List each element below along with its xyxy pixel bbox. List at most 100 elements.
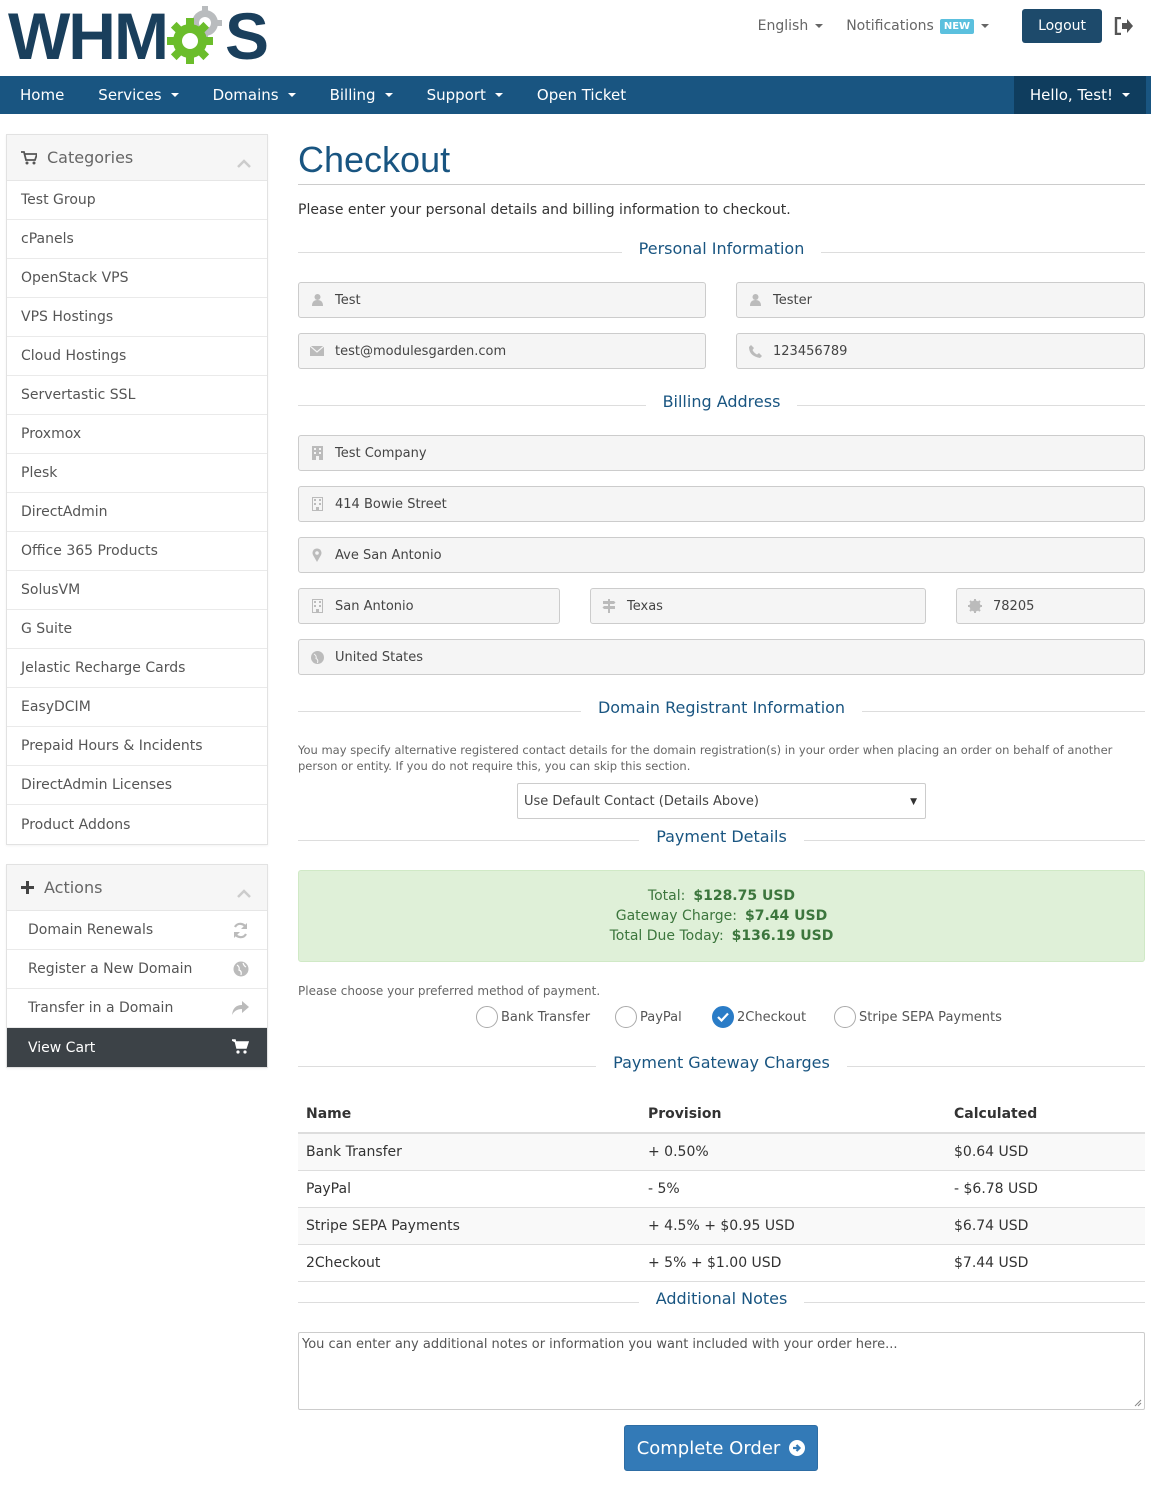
nav-open-ticket[interactable]: Open Ticket: [517, 76, 640, 114]
address2-field[interactable]: Ave San Antonio: [298, 537, 1145, 573]
checkout-main: Checkout Please enter your personal deta…: [298, 134, 1145, 218]
user-icon: [737, 294, 773, 306]
user-icon: [299, 294, 335, 306]
method-label: 2Checkout: [737, 1009, 807, 1025]
email-value: test@modulesgarden.com: [335, 343, 507, 359]
share-icon: [231, 1000, 249, 1020]
city-value: San Antonio: [335, 598, 414, 614]
logout-button[interactable]: Logout: [1022, 9, 1102, 43]
sidebar-category-item[interactable]: EasyDCIM: [7, 688, 267, 727]
actions-header[interactable]: Actions: [7, 865, 267, 911]
payment-method-stripe-sepa[interactable]: Stripe SEPA Payments: [834, 1006, 1002, 1028]
categories-header[interactable]: Categories: [7, 135, 267, 181]
action-transfer-domain[interactable]: Transfer in a Domain: [7, 989, 267, 1028]
gear-logo-icon: [165, 5, 227, 67]
additional-notes-heading: Additional Notes: [298, 1289, 1145, 1315]
payment-details-heading: Payment Details: [298, 827, 1145, 853]
sidebar-category-item[interactable]: Proxmox: [7, 415, 267, 454]
sign-out-icon[interactable]: [1114, 16, 1134, 36]
sidebar-category-item[interactable]: Prepaid Hours & Incidents: [7, 727, 267, 766]
chevron-up-icon[interactable]: [237, 153, 251, 172]
radio-unchecked-icon[interactable]: [476, 1006, 498, 1028]
city-field[interactable]: San Antonio: [298, 588, 560, 624]
registrant-select-value: Use Default Contact (Details Above): [524, 793, 759, 809]
logo-text-right: S: [224, 0, 269, 73]
new-badge: NEW: [939, 18, 975, 34]
plus-icon: [21, 881, 34, 894]
postcode-field[interactable]: 78205: [956, 588, 1145, 624]
sidebar-category-item[interactable]: SolusVM: [7, 571, 267, 610]
user-greeting: Hello, Test!: [1029, 86, 1113, 104]
user-menu[interactable]: Hello, Test!: [1013, 76, 1146, 114]
sidebar-category-item[interactable]: Plesk: [7, 454, 267, 493]
language-dropdown[interactable]: English: [758, 18, 824, 34]
sidebar-category-item[interactable]: Cloud Hostings: [7, 337, 267, 376]
table-cell: + 0.50%: [640, 1133, 946, 1171]
action-domain-renewals[interactable]: Domain Renewals: [7, 911, 267, 950]
postcode-value: 78205: [993, 598, 1035, 614]
first-name-field[interactable]: Test: [298, 282, 706, 318]
nav-domains[interactable]: Domains: [193, 76, 310, 114]
phone-field[interactable]: 123456789: [736, 333, 1145, 369]
registrant-contact-select[interactable]: Use Default Contact (Details Above) ▼: [517, 783, 926, 819]
payment-method-paypal[interactable]: PayPal: [615, 1006, 682, 1028]
sidebar-category-item[interactable]: G Suite: [7, 610, 267, 649]
company-field[interactable]: Test Company: [298, 435, 1145, 471]
sidebar-category-item[interactable]: Servertastic SSL: [7, 376, 267, 415]
table-cell: $6.74 USD: [946, 1207, 1145, 1245]
nav-billing[interactable]: Billing: [310, 76, 407, 114]
certificate-icon: [957, 599, 993, 613]
sidebar-category-item[interactable]: Test Group: [7, 181, 267, 220]
radio-unchecked-icon[interactable]: [615, 1006, 637, 1028]
sidebar-category-item[interactable]: VPS Hostings: [7, 298, 267, 337]
radio-checked-icon[interactable]: [712, 1006, 734, 1028]
sidebar-category-item[interactable]: OpenStack VPS: [7, 259, 267, 298]
categories-list: Test Group cPanels OpenStack VPS VPS Hostin…: [7, 181, 267, 844]
gateway-charge-value: $7.44 USD: [745, 908, 828, 924]
table-cell: Stripe SEPA Payments: [298, 1207, 640, 1245]
state-field[interactable]: Texas: [590, 588, 926, 624]
sidebar-category-item[interactable]: Jelastic Recharge Cards: [7, 649, 267, 688]
chevron-down-icon: [981, 24, 990, 28]
arrow-circle-right-icon: [789, 1440, 806, 1456]
nav-support[interactable]: Support: [407, 76, 517, 114]
chevron-up-icon[interactable]: [237, 883, 251, 902]
table-cell: $0.64 USD: [946, 1133, 1145, 1171]
country-field[interactable]: United States: [298, 639, 1145, 675]
total-due-line: Total Due Today: $136.19 USD: [609, 928, 834, 944]
table-cell: - $6.78 USD: [946, 1170, 1145, 1208]
nav-billing-label: Billing: [329, 86, 376, 104]
email-field[interactable]: test@modulesgarden.com: [298, 333, 706, 369]
notes-textarea[interactable]: You can enter any additional notes or in…: [298, 1332, 1145, 1410]
sidebar-category-item[interactable]: DirectAdmin: [7, 493, 267, 532]
sidebar-category-item[interactable]: Office 365 Products: [7, 532, 267, 571]
registrant-description: You may specify alternative registered c…: [298, 743, 1113, 773]
nav-home[interactable]: Home: [0, 76, 78, 114]
sidebar-category-item[interactable]: DirectAdmin Licenses: [7, 766, 267, 805]
cart-icon: [21, 150, 37, 165]
actions-title: Actions: [44, 878, 103, 897]
last-name-field[interactable]: Tester: [736, 282, 1145, 318]
sidebar-category-item[interactable]: Product Addons: [7, 805, 267, 844]
notifications-label: Notifications: [846, 18, 934, 34]
address1-field[interactable]: 414 Bowie Street: [298, 486, 1145, 522]
payment-method-2checkout[interactable]: 2Checkout: [712, 1006, 806, 1028]
action-register-domain[interactable]: Register a New Domain: [7, 950, 267, 989]
radio-unchecked-icon[interactable]: [834, 1006, 856, 1028]
building-icon: [299, 446, 335, 460]
nav-open-ticket-label: Open Ticket: [536, 86, 627, 104]
action-view-cart[interactable]: View Cart: [7, 1028, 267, 1067]
header: WHM S English Notifications NEW Logout: [0, 0, 1151, 76]
sidebar-category-item[interactable]: cPanels: [7, 220, 267, 259]
payment-method-bank-transfer[interactable]: Bank Transfer: [476, 1006, 590, 1028]
notifications-dropdown[interactable]: Notifications NEW: [846, 18, 990, 34]
table-cell: $7.44 USD: [946, 1244, 1145, 1282]
chevron-down-icon: [494, 93, 503, 97]
nav-services[interactable]: Services: [78, 76, 192, 114]
total-value: $128.75 USD: [693, 888, 796, 904]
column-header: Provision: [640, 1095, 946, 1134]
resize-handle-icon[interactable]: [1134, 1399, 1142, 1407]
refresh-icon: [232, 922, 249, 943]
complete-order-button[interactable]: Complete Order: [624, 1425, 818, 1471]
whmcs-logo[interactable]: WHM S: [8, 0, 269, 73]
